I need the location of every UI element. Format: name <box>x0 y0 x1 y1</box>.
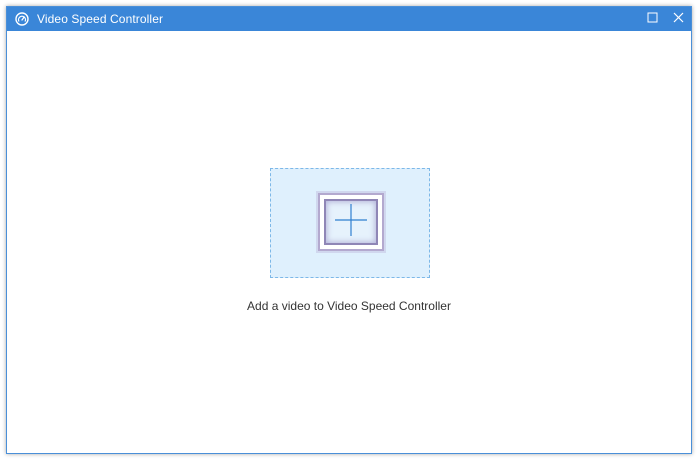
app-window: Video Speed Controller Add a video to Vi… <box>6 6 692 454</box>
close-icon <box>673 10 684 28</box>
add-video-label: Add a video to Video Speed Controller <box>247 299 451 313</box>
maximize-button[interactable] <box>639 7 665 31</box>
maximize-icon <box>647 10 658 28</box>
add-video-button[interactable] <box>318 193 384 251</box>
close-button[interactable] <box>665 7 691 31</box>
add-video-dropzone[interactable] <box>270 168 430 278</box>
window-controls <box>639 7 691 31</box>
window-title: Video Speed Controller <box>37 12 164 26</box>
main-content: Add a video to Video Speed Controller <box>7 31 691 453</box>
title-bar[interactable]: Video Speed Controller <box>7 7 691 31</box>
plus-icon <box>334 203 368 242</box>
speedometer-icon <box>14 11 30 27</box>
